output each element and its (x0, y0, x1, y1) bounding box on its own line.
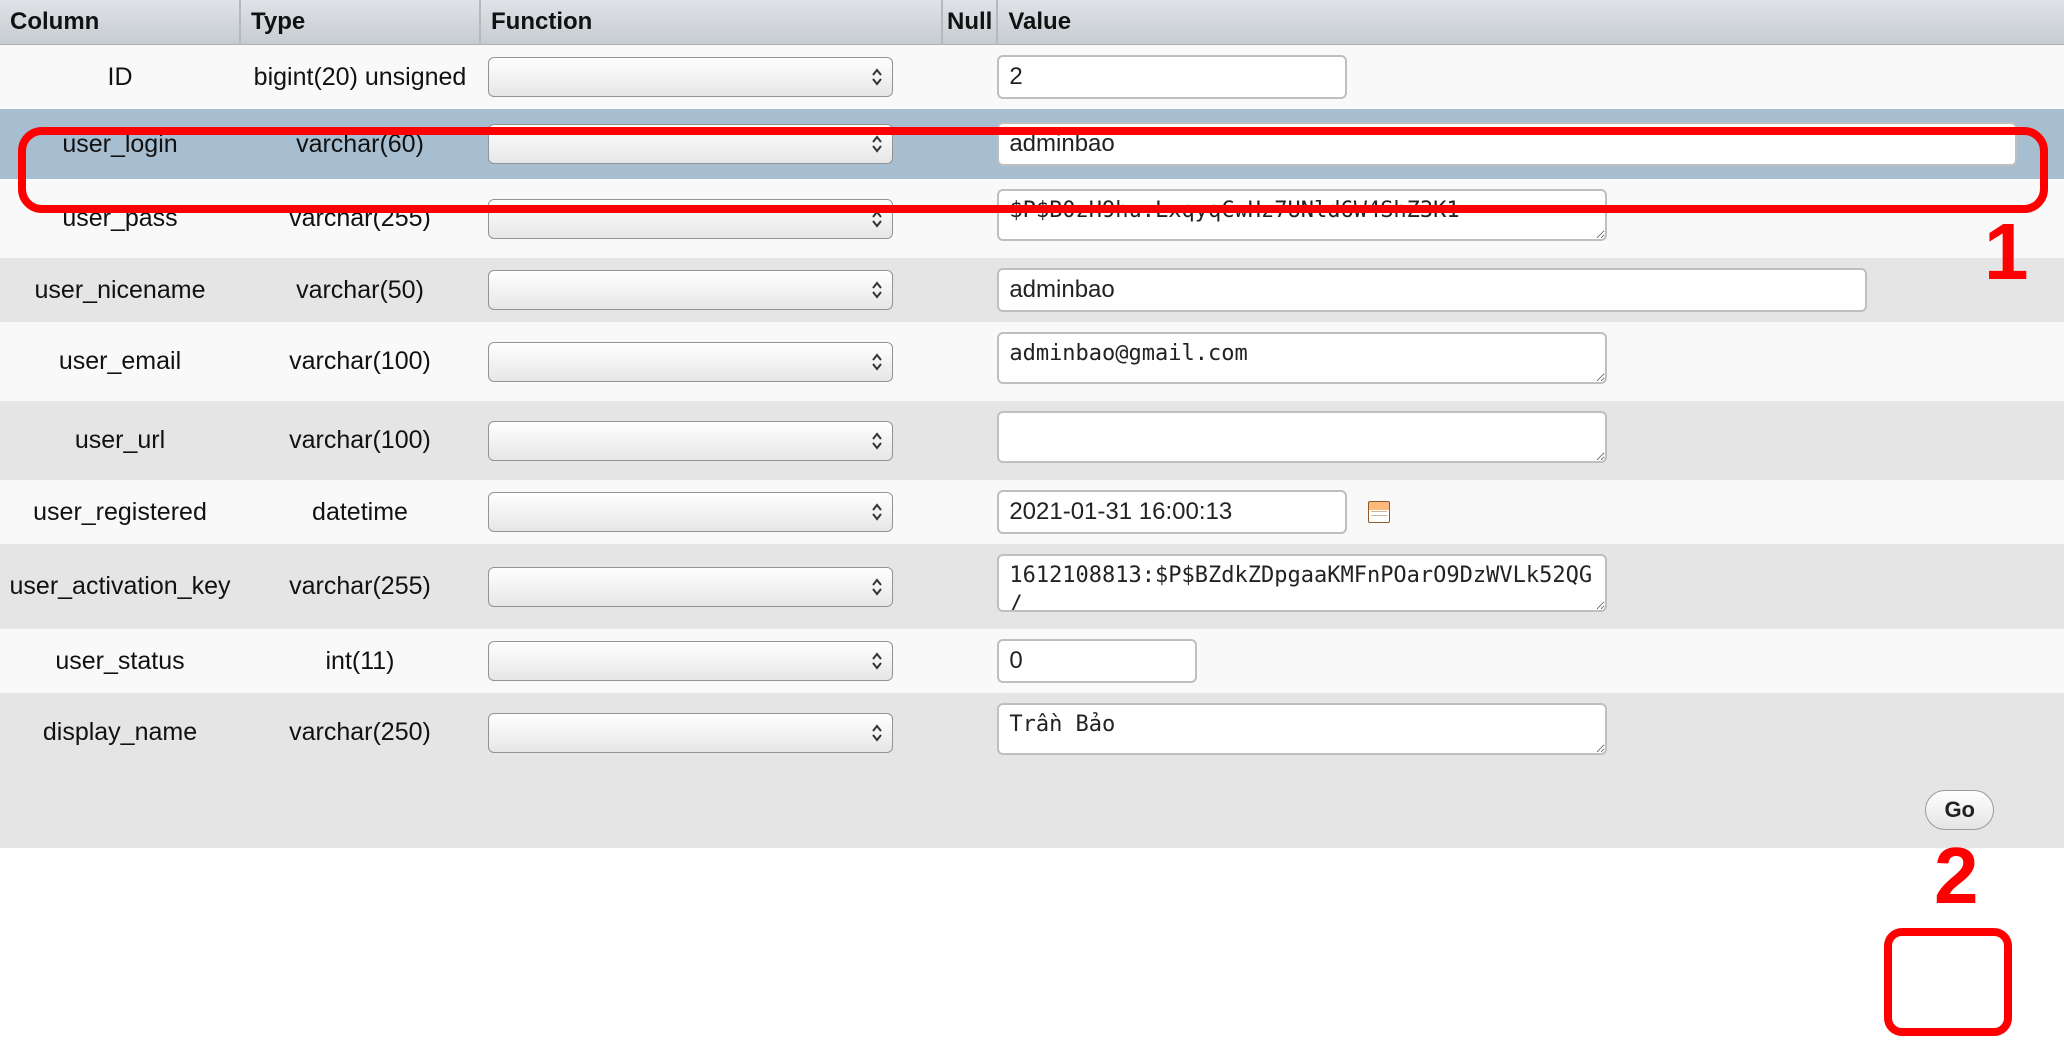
column-name: user_registered (0, 480, 240, 544)
annotation-box-2 (1884, 928, 2012, 1036)
column-name: user_email (0, 322, 240, 401)
function-select[interactable] (488, 713, 893, 753)
annotation-label-2: 2 (1934, 830, 1979, 922)
column-name: user_pass (0, 179, 240, 258)
column-name: user_status (0, 629, 240, 693)
column-type: varchar(50) (240, 258, 480, 322)
edit-row-table: Column Type Function Null Value ID bigin… (0, 0, 2064, 848)
function-select[interactable] (488, 270, 893, 310)
annotation-label-1: 1 (1984, 206, 2029, 298)
column-type: varchar(255) (240, 179, 480, 258)
function-select[interactable] (488, 124, 893, 164)
function-select[interactable] (488, 342, 893, 382)
function-select[interactable] (488, 567, 893, 607)
column-name: display_name (0, 693, 240, 772)
value-input-id[interactable] (997, 55, 1347, 99)
header-value[interactable]: Value (997, 0, 2064, 45)
table-header-row: Column Type Function Null Value (0, 0, 2064, 45)
value-textarea-user-pass[interactable] (997, 189, 1607, 241)
field-row-user-nicename: user_nicename varchar(50) (0, 258, 2064, 322)
value-textarea-user-url[interactable] (997, 411, 1607, 463)
function-select[interactable] (488, 421, 893, 461)
function-select[interactable] (488, 492, 893, 532)
header-null[interactable]: Null (942, 0, 997, 45)
column-name: ID (0, 45, 240, 110)
column-name: user_url (0, 401, 240, 480)
value-input-user-registered[interactable] (997, 490, 1347, 534)
field-row-id: ID bigint(20) unsigned (0, 45, 2064, 110)
function-select[interactable] (488, 199, 893, 239)
go-button[interactable]: Go (1925, 790, 1994, 830)
column-type: varchar(100) (240, 322, 480, 401)
column-type: varchar(255) (240, 544, 480, 629)
column-name: user_login (0, 109, 240, 179)
header-type[interactable]: Type (240, 0, 480, 45)
value-input-user-status[interactable] (997, 639, 1197, 683)
field-row-user-pass: user_pass varchar(255) (0, 179, 2064, 258)
column-type: bigint(20) unsigned (240, 45, 480, 110)
field-row-user-url: user_url varchar(100) (0, 401, 2064, 480)
field-row-user-activation-key: user_activation_key varchar(255) (0, 544, 2064, 629)
column-type: varchar(250) (240, 693, 480, 772)
value-textarea-display-name[interactable] (997, 703, 1607, 755)
column-name: user_activation_key (0, 544, 240, 629)
footer-row: Go (0, 772, 2064, 848)
column-type: varchar(60) (240, 109, 480, 179)
field-row-user-registered: user_registered datetime (0, 480, 2064, 544)
value-textarea-user-activation-key[interactable] (997, 554, 1607, 612)
value-textarea-user-email[interactable] (997, 332, 1607, 384)
value-input-user-nicename[interactable] (997, 268, 1867, 312)
field-row-user-status: user_status int(11) (0, 629, 2064, 693)
column-name: user_nicename (0, 258, 240, 322)
column-type: datetime (240, 480, 480, 544)
calendar-icon[interactable] (1368, 501, 1390, 523)
header-column[interactable]: Column (0, 0, 240, 45)
column-type: int(11) (240, 629, 480, 693)
function-select[interactable] (488, 57, 893, 97)
column-type: varchar(100) (240, 401, 480, 480)
field-row-user-login: user_login varchar(60) (0, 109, 2064, 179)
field-row-display-name: display_name varchar(250) (0, 693, 2064, 772)
field-row-user-email: user_email varchar(100) (0, 322, 2064, 401)
value-input-user-login[interactable] (997, 122, 2017, 166)
function-select[interactable] (488, 641, 893, 681)
header-function[interactable]: Function (480, 0, 942, 45)
